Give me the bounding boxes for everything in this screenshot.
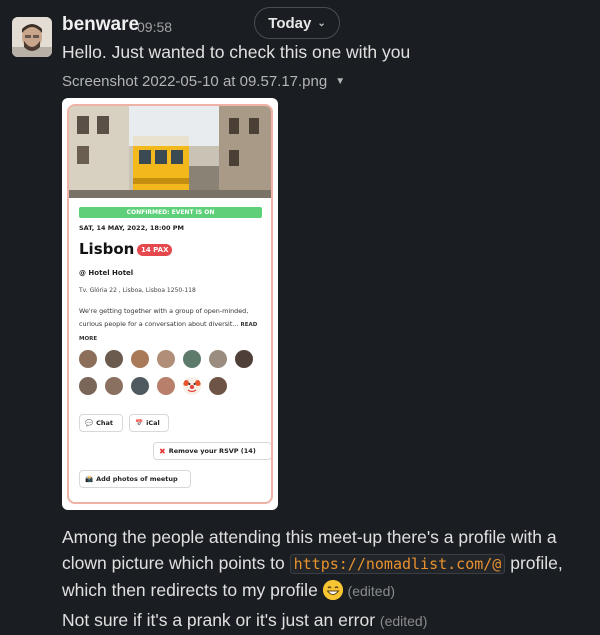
- attendee-avatar: [235, 350, 253, 368]
- attendee-avatar: [131, 377, 149, 395]
- grinning-face-emoji: [322, 580, 343, 600]
- red-x-icon: ✖: [159, 446, 166, 456]
- attachment-filename[interactable]: Screenshot 2022-05-10 at 09.57.17.png ▼: [62, 73, 345, 90]
- camera-icon: 📸: [85, 475, 94, 483]
- attendee-avatar: [79, 377, 97, 395]
- event-date: SAT, 14 MAY, 2022, 18:00 PM: [79, 224, 185, 232]
- avatar[interactable]: [12, 17, 52, 57]
- event-address: Tv. Glória 22 , Lisboa, Lisboa 1250-118: [79, 287, 196, 294]
- attendee-avatar: [209, 377, 227, 395]
- message-timestamp[interactable]: 09:58: [137, 19, 172, 35]
- ical-button-label: iCal: [146, 419, 160, 427]
- add-photos-label: Add photos of meetup: [96, 475, 178, 483]
- attendee-avatar: [131, 350, 149, 368]
- follow-up-message-2: Not sure if it's a prank or it's just an…: [62, 607, 427, 634]
- attachment-filename-label: Screenshot 2022-05-10 at 09.57.17.png: [62, 73, 328, 90]
- calendar-icon: 📅: [135, 419, 144, 427]
- attendee-avatar: [157, 377, 175, 395]
- remove-rsvp-label: Remove your RSVP (14): [168, 447, 256, 455]
- event-description-text: We're getting together with a group of o…: [79, 307, 249, 328]
- caret-down-icon[interactable]: ▼: [335, 76, 345, 87]
- sender-name[interactable]: benware: [62, 14, 139, 36]
- pax-badge: 14 PAX: [137, 244, 173, 256]
- event-venue: @ Hotel Hotel: [79, 269, 134, 277]
- add-photos-button: 📸 Add photos of meetup: [79, 470, 191, 488]
- chevron-down-icon: ⌄: [317, 17, 326, 29]
- attendee-avatar: [105, 350, 123, 368]
- speech-bubble-icon: 💬: [85, 419, 94, 427]
- event-card: CONFIRMED: EVENT IS ON SAT, 14 MAY, 2022…: [67, 104, 273, 504]
- ical-button: 📅 iCal: [129, 414, 169, 432]
- attendee-avatar: [157, 350, 175, 368]
- attendee-avatar: [79, 350, 97, 368]
- event-description: We're getting together with a group of o…: [79, 305, 264, 346]
- clown-avatar: [183, 377, 201, 395]
- inline-code-url[interactable]: https://nomadlist.com/@: [289, 554, 506, 574]
- attendee-avatar: [209, 350, 227, 368]
- date-divider-today[interactable]: Today ⌄: [254, 7, 340, 39]
- lisbon-photo: [69, 106, 271, 198]
- edited-marker: (edited): [347, 583, 396, 599]
- remove-rsvp-button: ✖ Remove your RSVP (14): [153, 442, 271, 460]
- follow-up-text: Not sure if it's a prank or it's just an…: [62, 610, 380, 630]
- attendee-avatar: [183, 350, 201, 368]
- attendee-avatar: [105, 377, 123, 395]
- chat-button: 💬 Chat: [79, 414, 123, 432]
- date-divider-label: Today: [268, 14, 312, 32]
- event-status-banner: CONFIRMED: EVENT IS ON: [79, 207, 262, 218]
- edited-marker: (edited): [379, 613, 428, 629]
- chat-button-label: Chat: [96, 419, 113, 427]
- follow-up-message-1: Among the people attending this meet-up …: [62, 524, 582, 604]
- message-text: Hello. Just wanted to check this one wit…: [62, 42, 411, 62]
- event-city: Lisbon: [79, 240, 135, 258]
- attachment-image[interactable]: CONFIRMED: EVENT IS ON SAT, 14 MAY, 2022…: [62, 98, 278, 510]
